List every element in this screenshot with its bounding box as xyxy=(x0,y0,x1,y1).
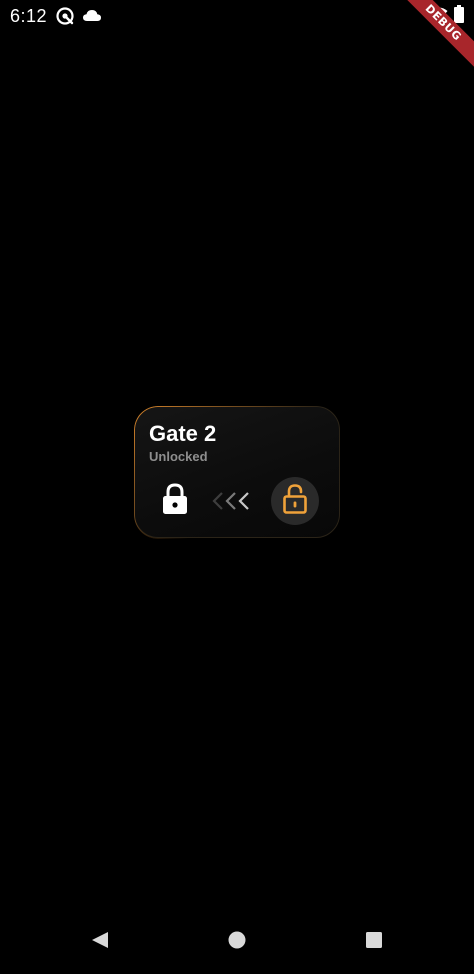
cloud-icon xyxy=(82,8,102,28)
status-right-group xyxy=(430,4,464,28)
lock-closed-icon xyxy=(161,482,189,520)
status-time: 6:12 xyxy=(10,6,48,26)
navigation-bar xyxy=(0,914,474,974)
vpn-icon xyxy=(55,6,75,26)
lock-button[interactable] xyxy=(153,479,197,523)
battery-icon xyxy=(454,4,464,28)
nav-recents-button[interactable] xyxy=(360,928,388,956)
gate-title: Gate 2 xyxy=(149,421,217,446)
back-icon xyxy=(90,930,110,955)
triple-chevron-left-icon xyxy=(211,492,255,519)
recents-icon xyxy=(365,931,383,954)
home-icon xyxy=(227,930,247,955)
nav-back-button[interactable] xyxy=(86,928,114,956)
status-bar: 6:12 xyxy=(0,0,474,32)
gate-card: Gate 2 Unlocked xyxy=(133,405,341,539)
swipe-hint xyxy=(211,487,255,515)
gate-status: Unlocked xyxy=(149,449,208,464)
lock-open-icon xyxy=(281,483,309,520)
wifi-icon xyxy=(430,6,448,27)
unlock-button[interactable] xyxy=(271,477,319,525)
nav-home-button[interactable] xyxy=(223,928,251,956)
